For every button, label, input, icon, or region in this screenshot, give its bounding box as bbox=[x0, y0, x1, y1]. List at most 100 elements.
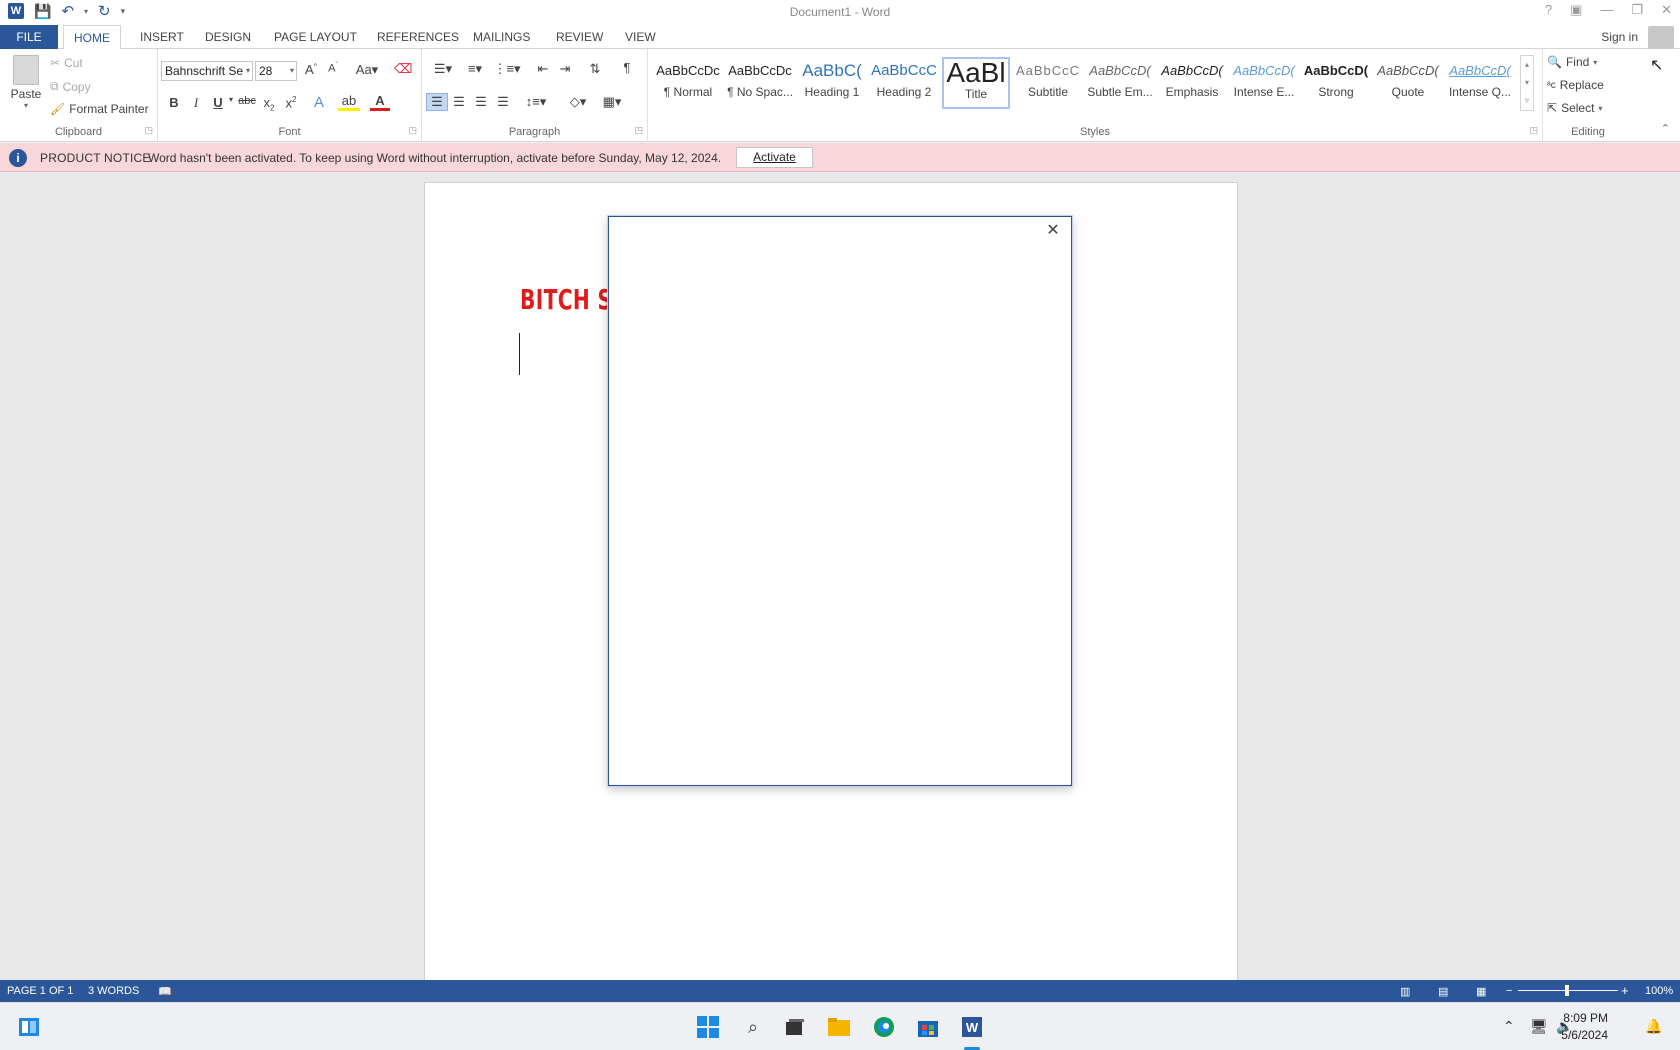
zoom-in-icon[interactable]: + bbox=[1621, 983, 1629, 998]
zoom-out-icon[interactable]: − bbox=[1506, 985, 1512, 997]
subscript-icon[interactable]: x2 bbox=[260, 95, 278, 113]
tab-review[interactable]: REVIEW bbox=[546, 25, 613, 49]
show-formatting-icon[interactable]: ¶ bbox=[618, 60, 636, 75]
style-title[interactable]: AaBl Title bbox=[942, 57, 1010, 109]
minimize-icon[interactable]: — bbox=[1600, 2, 1613, 18]
cut-button[interactable]: ✂ Cut bbox=[50, 56, 83, 70]
style-intense-emphasis[interactable]: AaBbCcD( Intense E... bbox=[1230, 57, 1298, 109]
page-count[interactable]: PAGE 1 OF 1 bbox=[7, 985, 73, 997]
shrink-font-icon[interactable]: Aˇ bbox=[324, 62, 342, 75]
borders-icon[interactable]: ▦▾ bbox=[598, 94, 626, 110]
zoom-level[interactable]: 100% bbox=[1645, 985, 1673, 997]
close-icon[interactable]: ✕ bbox=[1043, 221, 1063, 241]
align-left-icon[interactable]: ☰ bbox=[426, 93, 448, 111]
style-intense-quote[interactable]: AaBbCcD( Intense Q... bbox=[1446, 57, 1514, 109]
style-subtle-emphasis[interactable]: AaBbCcD( Subtle Em... bbox=[1086, 57, 1154, 109]
restore-icon[interactable]: ❐ bbox=[1631, 2, 1643, 18]
activate-button[interactable]: Activate bbox=[736, 147, 813, 168]
ribbon-display-options-icon[interactable]: ▣ bbox=[1570, 2, 1582, 18]
italic-icon[interactable]: I bbox=[187, 95, 205, 111]
print-layout-icon[interactable]: ▤ bbox=[1438, 985, 1448, 998]
tab-view[interactable]: VIEW bbox=[615, 25, 666, 49]
sign-in-link[interactable]: Sign in bbox=[1601, 30, 1638, 44]
decrease-indent-icon[interactable]: ⇤ bbox=[534, 61, 552, 77]
copy-button[interactable]: ⧉ Copy bbox=[50, 79, 91, 94]
align-right-icon[interactable]: ☰ bbox=[472, 94, 490, 110]
style-normal[interactable]: AaBbCcDc ¶ Normal bbox=[654, 57, 722, 109]
sort-icon[interactable]: ⇅ bbox=[586, 61, 604, 77]
shading-icon[interactable]: ◇▾ bbox=[564, 94, 592, 110]
tab-references[interactable]: REFERENCES bbox=[367, 25, 469, 49]
tab-mailings[interactable]: MAILINGS bbox=[463, 25, 540, 49]
edge-browser-icon[interactable] bbox=[871, 1014, 897, 1040]
bold-icon[interactable]: B bbox=[165, 95, 183, 110]
proofing-icon[interactable]: 📖 bbox=[158, 985, 172, 998]
zoom-slider-thumb[interactable] bbox=[1565, 985, 1569, 996]
close-window-icon[interactable]: ✕ bbox=[1661, 2, 1672, 18]
font-color-icon[interactable]: A bbox=[370, 93, 390, 111]
replace-button[interactable]: ᵃc Replace bbox=[1547, 78, 1604, 92]
dialog-launcher-icon[interactable]: ◳ bbox=[144, 125, 153, 136]
word-count[interactable]: 3 WORDS bbox=[88, 985, 139, 997]
tab-page-layout[interactable]: PAGE LAYOUT bbox=[264, 25, 367, 49]
widgets-icon[interactable] bbox=[16, 1014, 42, 1040]
bullets-icon[interactable]: ☰▾ bbox=[428, 61, 458, 77]
style-heading-1[interactable]: AaBbC( Heading 1 bbox=[798, 57, 866, 109]
document-heading[interactable]: BITCH S bbox=[520, 283, 612, 316]
notifications-icon[interactable]: 🔔 bbox=[1645, 1018, 1662, 1035]
web-layout-icon[interactable]: ▦ bbox=[1476, 985, 1486, 998]
microsoft-store-icon[interactable] bbox=[915, 1014, 941, 1040]
chevron-down-icon[interactable]: ▾ bbox=[1521, 74, 1533, 92]
task-view-icon[interactable] bbox=[782, 1014, 808, 1040]
justify-icon[interactable]: ☰ bbox=[494, 94, 512, 110]
style-quote[interactable]: AaBbCcD( Quote bbox=[1374, 57, 1442, 109]
avatar[interactable] bbox=[1648, 26, 1674, 50]
line-spacing-icon[interactable]: ↕≡▾ bbox=[522, 94, 550, 110]
font-size-select[interactable]: 28 ▾ bbox=[255, 61, 297, 81]
clear-formatting-icon[interactable]: ⌫ bbox=[394, 61, 412, 77]
style-strong[interactable]: AaBbCcD( Strong bbox=[1302, 57, 1370, 109]
paste-button[interactable]: Paste ▾ bbox=[8, 55, 44, 110]
find-button[interactable]: 🔍 Find ▾ bbox=[1547, 55, 1597, 69]
increase-indent-icon[interactable]: ⇥ bbox=[556, 61, 574, 77]
system-clock[interactable]: 8:09 PM 5/6/2024 bbox=[1561, 1010, 1608, 1044]
tab-home[interactable]: HOME bbox=[63, 25, 121, 50]
strikethrough-icon[interactable]: abc bbox=[238, 95, 256, 107]
align-center-icon[interactable]: ☰ bbox=[450, 94, 468, 110]
style-emphasis[interactable]: AaBbCcD( Emphasis bbox=[1158, 57, 1226, 109]
clipboard-icon bbox=[13, 55, 39, 85]
dialog-launcher-icon[interactable]: ◳ bbox=[408, 125, 417, 136]
read-mode-icon[interactable]: ▥ bbox=[1400, 985, 1410, 998]
chevron-up-icon[interactable]: ⌃ bbox=[1503, 1018, 1515, 1035]
tab-file[interactable]: FILE bbox=[0, 25, 58, 49]
tab-design[interactable]: DESIGN bbox=[195, 25, 261, 49]
tab-insert[interactable]: INSERT bbox=[130, 25, 194, 49]
grow-font-icon[interactable]: A^ bbox=[302, 62, 320, 77]
style-subtitle[interactable]: AaBbCcC Subtitle bbox=[1014, 57, 1082, 109]
dialog-launcher-icon[interactable]: ◳ bbox=[1529, 125, 1538, 136]
help-icon[interactable]: ? bbox=[1545, 2, 1552, 18]
chevron-up-icon[interactable]: ▴ bbox=[1521, 56, 1533, 74]
style-no-spacing[interactable]: AaBbCcDc ¶ No Spac... bbox=[726, 57, 794, 109]
style-heading-2[interactable]: AaBbCcC Heading 2 bbox=[870, 57, 938, 109]
dialog-launcher-icon[interactable]: ◳ bbox=[634, 125, 643, 136]
superscript-icon[interactable]: x2 bbox=[282, 95, 300, 110]
word-taskbar-icon[interactable]: W bbox=[959, 1014, 985, 1040]
multilevel-list-icon[interactable]: ⋮≡▾ bbox=[492, 61, 522, 77]
select-button[interactable]: ⇱ Select ▾ bbox=[1547, 101, 1602, 115]
search-icon[interactable]: ⌕ bbox=[740, 1014, 766, 1040]
highlight-color-icon[interactable]: ab bbox=[338, 93, 360, 111]
file-explorer-icon[interactable] bbox=[826, 1014, 852, 1040]
format-painter-button[interactable]: 🖌 Format Painter bbox=[50, 102, 149, 116]
styles-gallery-scroll[interactable]: ▴ ▾ ▿ bbox=[1520, 55, 1534, 111]
network-icon[interactable]: 🖥 bbox=[1530, 1018, 1548, 1035]
text-effects-icon[interactable]: A bbox=[310, 94, 328, 111]
collapse-ribbon-icon[interactable]: ⌃ bbox=[1661, 122, 1670, 135]
change-case-icon[interactable]: Aa▾ bbox=[353, 62, 381, 78]
group-font: Bahnschrift Se ▾ 28 ▾ A^ Aˇ Aa▾ ⌫ B I U ▾ … bbox=[158, 49, 422, 142]
more-styles-icon[interactable]: ▿ bbox=[1521, 92, 1533, 110]
start-icon[interactable] bbox=[695, 1014, 721, 1040]
font-name-select[interactable]: Bahnschrift Se ▾ bbox=[161, 61, 253, 81]
notice-message: Word hasn't been activated. To keep usin… bbox=[148, 151, 722, 165]
numbering-icon[interactable]: ≡▾ bbox=[460, 61, 490, 77]
